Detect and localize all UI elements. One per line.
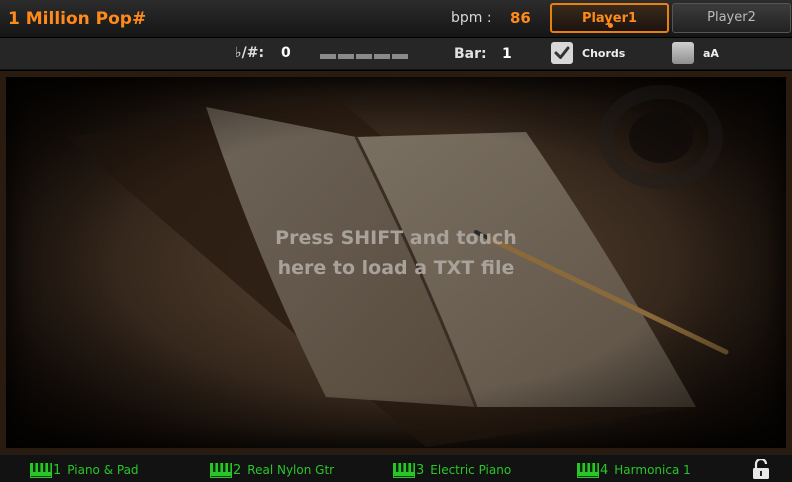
transpose-value: 0 (281, 45, 291, 61)
beat-segment (392, 54, 408, 59)
track-4[interactable]: 4 Harmonica 1 (577, 461, 691, 479)
aa-checkbox[interactable] (672, 42, 694, 64)
tab-player2[interactable]: Player2 (672, 3, 791, 33)
bpm-label: bpm : (451, 10, 492, 26)
beat-indicator (320, 54, 408, 59)
aa-label: aA (703, 47, 719, 60)
chords-checkbox[interactable] (551, 42, 573, 64)
track-3[interactable]: 3 Electric Piano (393, 461, 511, 479)
track-name: Real Nylon Gtr (247, 463, 335, 477)
keyboard-icon (210, 462, 232, 478)
track-number: 2 (233, 462, 242, 478)
bar-label: Bar: (454, 46, 487, 62)
song-title[interactable]: 1 Million Pop# (8, 9, 146, 29)
hint-line-1: Press SHIFT and touch (275, 227, 517, 249)
bpm-value[interactable]: 86 (510, 9, 531, 27)
beat-segment (356, 54, 372, 59)
tab-player1[interactable]: Player1 (550, 3, 669, 33)
checkmark-icon (554, 46, 570, 59)
track-number: 3 (416, 462, 425, 478)
control-bar: ♭/#: 0 Bar: 1 Chords aA (0, 38, 792, 70)
beat-segment (374, 54, 390, 59)
track-bar: 1 Piano & Pad 2 Real Nylon Gtr 3 Electri… (0, 454, 792, 482)
lyrics-frame: Press SHIFT and touch here to load a TXT… (0, 71, 792, 454)
track-number: 4 (600, 462, 609, 478)
keyboard-icon (393, 462, 415, 478)
keyboard-icon (30, 462, 52, 478)
beat-segment (338, 54, 354, 59)
lock-open-icon[interactable] (752, 459, 770, 479)
top-bar: 1 Million Pop# bpm : 86 Player1 Player2 (0, 0, 792, 38)
track-2[interactable]: 2 Real Nylon Gtr (210, 461, 334, 479)
track-name: Electric Piano (430, 463, 512, 477)
beat-segment (320, 54, 336, 59)
transpose-label: ♭/#: (235, 45, 264, 61)
track-1[interactable]: 1 Piano & Pad (30, 461, 139, 479)
bar-value: 1 (502, 46, 512, 62)
chords-label: Chords (582, 47, 626, 60)
track-number: 1 (53, 462, 62, 478)
load-txt-hint: Press SHIFT and touch here to load a TXT… (6, 223, 786, 283)
lyrics-display-area[interactable]: Press SHIFT and touch here to load a TXT… (6, 77, 786, 448)
hint-line-2: here to load a TXT file (277, 257, 515, 279)
keyboard-icon (577, 462, 599, 478)
track-name: Piano & Pad (67, 463, 139, 477)
flat-sharp-icon: ♭/#: (235, 45, 265, 61)
track-name: Harmonica 1 (614, 463, 691, 477)
